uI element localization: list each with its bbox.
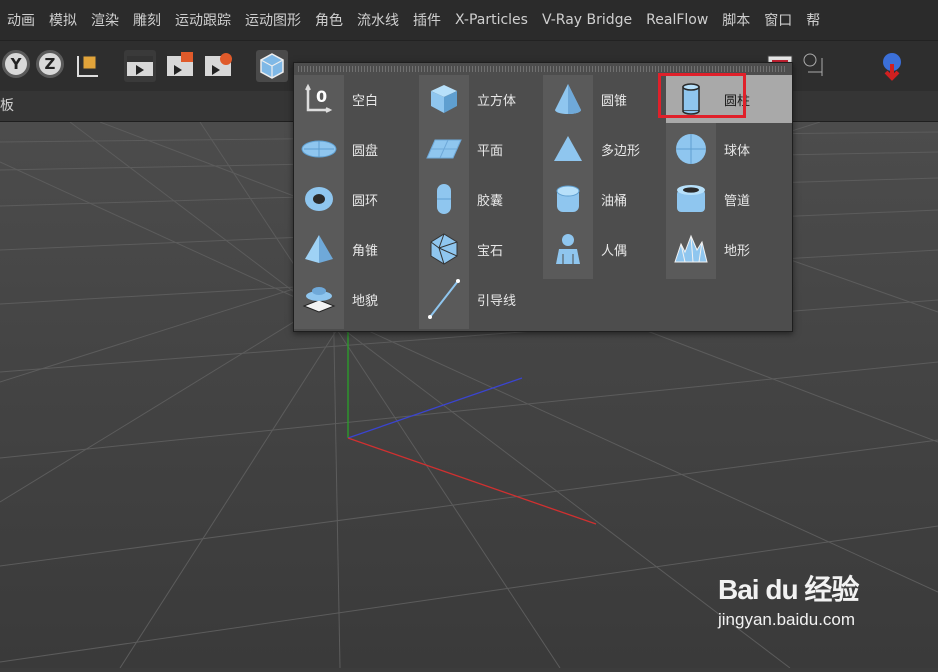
gem-icon	[419, 225, 469, 273]
palette-item-torus[interactable]: 圆环	[294, 175, 378, 223]
polygon-icon	[543, 125, 593, 173]
render-settings-icon[interactable]	[202, 50, 234, 82]
palette-item-tube[interactable]: 管道	[666, 175, 750, 223]
cube-icon	[419, 75, 469, 123]
menu-item-render[interactable]: 渲染	[84, 10, 126, 30]
highlight-annotation	[658, 73, 746, 118]
null-icon: 0	[294, 75, 344, 123]
menu-item-motion-tracker[interactable]: 运动跟踪	[168, 10, 238, 30]
palette-item-landscape[interactable]: 地貌	[294, 275, 378, 323]
palette-item-disc[interactable]: 圆盘	[294, 125, 378, 173]
palette-grip[interactable]	[298, 66, 786, 72]
menu-item-plugins[interactable]: 插件	[406, 10, 448, 30]
tube-icon	[666, 175, 716, 223]
watermark-url: jingyan.baidu.com	[718, 610, 856, 629]
palette-item-figure[interactable]: 人偶	[543, 225, 627, 273]
terrain-icon	[666, 225, 716, 273]
palette-item-gem[interactable]: 宝石	[419, 225, 503, 273]
capsule-icon	[419, 175, 469, 223]
palette-item-null[interactable]: 0 空白	[294, 75, 378, 123]
menu-item-help[interactable]: 帮	[799, 10, 827, 30]
coordinate-system-icon[interactable]	[72, 50, 104, 82]
palette-item-plane[interactable]: 平面	[419, 125, 503, 173]
menu-bar: 动画 模拟 渲染 雕刻 运动跟踪 运动图形 角色 流水线 插件 X-Partic…	[0, 0, 938, 40]
menu-item-window[interactable]: 窗口	[757, 10, 799, 30]
menu-item-vray-bridge[interactable]: V-Ray Bridge	[535, 12, 639, 28]
oil-tank-icon	[543, 175, 593, 223]
light-icon[interactable]	[876, 50, 908, 82]
baidu-logo: Bai du 经验	[718, 574, 859, 605]
guide-line-icon	[419, 275, 469, 323]
palette-item-terrain[interactable]: 地形	[666, 225, 750, 273]
z-axis-lock-button[interactable]: Z	[36, 50, 64, 78]
baidu-jingyan-watermark: Bai du 经验 jingyan.baidu.com	[718, 568, 859, 630]
sphere-icon	[666, 125, 716, 173]
figure-icon	[543, 225, 593, 273]
menu-item-character[interactable]: 角色	[308, 10, 350, 30]
palette-item-oil-tank[interactable]: 油桶	[543, 175, 627, 223]
y-axis-lock-button[interactable]: Y	[2, 50, 30, 78]
menu-item-simulate[interactable]: 模拟	[42, 10, 84, 30]
menu-item-mograph[interactable]: 运动图形	[238, 10, 308, 30]
plane-icon	[419, 125, 469, 173]
menu-item-x-particles[interactable]: X-Particles	[448, 12, 535, 28]
disc-icon	[294, 125, 344, 173]
landscape-icon	[294, 275, 344, 323]
palette-item-cone[interactable]: 圆锥	[543, 75, 627, 123]
cone-icon	[543, 75, 593, 123]
render-picture-viewer-icon[interactable]	[164, 50, 196, 82]
palette-item-capsule[interactable]: 胶囊	[419, 175, 503, 223]
palette-item-guide-line[interactable]: 引导线	[419, 275, 516, 323]
menu-item-realflow[interactable]: RealFlow	[639, 12, 715, 28]
svg-text:0: 0	[316, 87, 327, 106]
render-view-icon[interactable]	[124, 50, 156, 82]
deformer-icon[interactable]	[800, 50, 832, 82]
menu-item-pipeline[interactable]: 流水线	[350, 10, 406, 30]
pyramid-icon	[294, 225, 344, 273]
menu-item-script[interactable]: 脚本	[715, 10, 757, 30]
palette-item-pyramid[interactable]: 角锥	[294, 225, 378, 273]
palette-item-cube[interactable]: 立方体	[419, 75, 516, 123]
menu-item-animation[interactable]: 动画	[0, 10, 42, 30]
palette-item-sphere[interactable]: 球体	[666, 125, 750, 173]
palette-item-polygon[interactable]: 多边形	[543, 125, 640, 173]
torus-icon	[294, 175, 344, 223]
panel-label: 板	[0, 98, 14, 114]
cube-object-icon[interactable]	[256, 50, 288, 82]
menu-item-sculpt[interactable]: 雕刻	[126, 10, 168, 30]
